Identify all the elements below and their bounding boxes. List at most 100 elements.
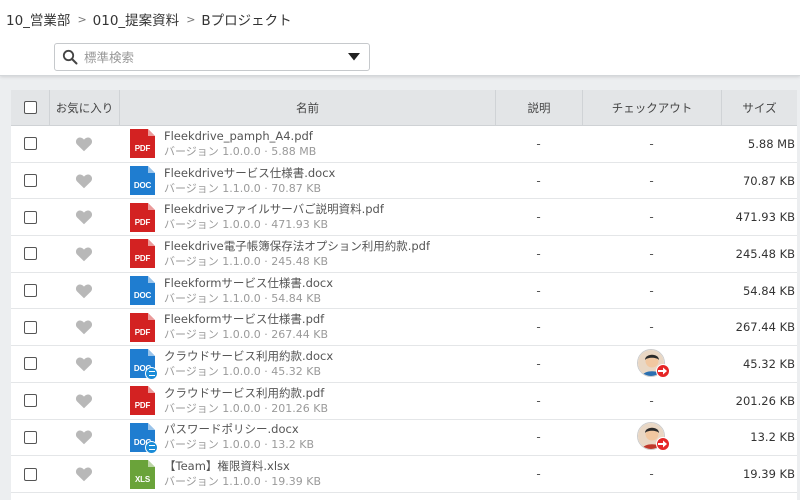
file-name-link[interactable]: クラウドサービス利用約款.pdf xyxy=(164,386,328,401)
header-description[interactable]: 説明 xyxy=(495,90,582,125)
checkout-user[interactable] xyxy=(636,422,670,452)
file-name-link[interactable]: クラウドサービス利用約款.docx xyxy=(164,349,333,364)
table-row[interactable]: XLS 【Team】権限資料.xlsx バージョン 1.1.0.0 · 19.3… xyxy=(11,456,797,493)
file-table: お気に入り 名前 説明 チェックアウト サイズ PDF Fleekdrive_p… xyxy=(11,90,797,500)
file-name-link[interactable]: Fleekdrive電子帳簿保存法オプション利用約款.pdf xyxy=(164,239,430,254)
file-version-meta: バージョン 1.0.0.0 · 267.44 KB xyxy=(164,328,328,342)
file-type-icon: PDF xyxy=(130,129,155,159)
table-row[interactable]: PDF Fleekdrive_pamph_A4.pdf バージョン 1.0.0.… xyxy=(11,126,797,163)
heart-icon[interactable] xyxy=(75,173,93,189)
row-checkbox[interactable] xyxy=(23,430,37,444)
header-checkout[interactable]: チェックアウト xyxy=(582,90,721,125)
file-type-label: XLS xyxy=(135,474,150,484)
row-checkbox[interactable] xyxy=(23,247,37,261)
breadcrumb-item-sales[interactable]: 10_営業部 xyxy=(6,9,70,29)
row-favorite-cell xyxy=(49,236,119,272)
file-name-link[interactable]: Fleekdriveファイルサーバご説明資料.pdf xyxy=(164,202,384,217)
table-row[interactable]: PDF Fleekdrive電子帳簿保存法オプション利用約款.pdf バージョン… xyxy=(11,236,797,273)
row-favorite-cell xyxy=(49,383,119,419)
row-checkbox[interactable] xyxy=(23,210,37,224)
heart-icon[interactable] xyxy=(75,136,93,152)
row-select-cell xyxy=(11,236,49,272)
file-name-link[interactable]: Fleekformサービス仕様書.pdf xyxy=(164,312,328,327)
row-checkout: - xyxy=(649,173,654,188)
checkout-user[interactable] xyxy=(636,348,670,379)
select-all-checkbox[interactable] xyxy=(23,101,37,114)
table-row[interactable]: DOC クラウドサービス利用約款.docx バージョン 1.0.0.0 · 45… xyxy=(11,346,797,383)
row-name-cell: DOC クラウドサービス利用約款.docx バージョン 1.0.0.0 · 45… xyxy=(119,346,495,382)
row-checkout: - xyxy=(649,320,654,335)
header-size[interactable]: サイズ xyxy=(721,90,797,125)
table-row[interactable]: PDF Fleekformサービス仕様書.pdf バージョン 1.0.0.0 ·… xyxy=(11,309,797,347)
row-checkbox[interactable] xyxy=(23,137,37,151)
row-name-cell: PDF Fleekdrive電子帳簿保存法オプション利用約款.pdf バージョン… xyxy=(119,236,495,272)
top-bar: 10_営業部 > 010_提案資料 > Bプロジェクト xyxy=(0,0,800,76)
file-type-label: PDF xyxy=(134,144,151,154)
heart-icon[interactable] xyxy=(75,429,93,445)
file-type-label: PDF xyxy=(134,217,151,227)
row-checkbox[interactable] xyxy=(23,320,37,334)
row-name-cell: DOC Fleekdriveサービス仕様書.docx バージョン 1.1.0.0… xyxy=(119,163,495,199)
table-row[interactable]: PDF Fleekdriveファイルサーバご説明資料.pdf バージョン 1.0… xyxy=(11,199,797,237)
file-name-link[interactable]: Fleekformサービス仕様書.docx xyxy=(164,276,333,291)
row-select-cell xyxy=(11,199,49,235)
heart-icon[interactable] xyxy=(75,319,93,335)
row-size: 471.93 KB xyxy=(735,210,795,225)
row-checkbox[interactable] xyxy=(23,467,37,481)
heart-icon[interactable] xyxy=(75,393,93,409)
heart-icon[interactable] xyxy=(75,283,93,299)
row-description: - xyxy=(536,173,541,188)
breadcrumb-item-current: Bプロジェクト xyxy=(201,13,292,29)
breadcrumb-item-proposals[interactable]: 010_提案資料 xyxy=(93,9,180,29)
table-row[interactable]: DOC パスワードポリシー.docx バージョン 1.0.0.0 · 13.2 … xyxy=(11,419,797,457)
row-name-cell: PDF Fleekdrive_pamph_A4.pdf バージョン 1.0.0.… xyxy=(119,126,495,162)
row-checkout: - xyxy=(649,393,654,408)
heart-icon[interactable] xyxy=(75,466,93,482)
row-description: - xyxy=(536,356,541,371)
row-checkbox[interactable] xyxy=(23,357,37,371)
row-name-cell: PDF Fleekformサービス仕様書.pdf バージョン 1.0.0.0 ·… xyxy=(119,309,495,345)
header-favorite[interactable]: お気に入り xyxy=(49,90,119,125)
row-checkout: - xyxy=(649,283,654,298)
table-row[interactable]: DOC Fleekdriveサービス仕様書.docx バージョン 1.1.0.0… xyxy=(11,162,797,200)
file-type-icon: PDF xyxy=(130,202,155,232)
row-checkout: - xyxy=(649,210,654,225)
row-checkbox[interactable] xyxy=(23,284,37,298)
table-row[interactable]: DOC Fleekformサービス仕様書.docx バージョン 1.1.0.0 … xyxy=(11,272,797,310)
file-version-meta: バージョン 1.1.0.0 · 54.84 KB xyxy=(164,291,321,305)
row-favorite-cell xyxy=(49,163,119,199)
row-size: 201.26 KB xyxy=(735,393,795,408)
heart-icon[interactable] xyxy=(75,209,93,225)
row-name-cell: PDF Fleekdriveファイルサーバご説明資料.pdf バージョン 1.0… xyxy=(119,199,495,235)
file-name-link[interactable]: Fleekdriveサービス仕様書.docx xyxy=(164,166,335,181)
row-favorite-cell xyxy=(49,309,119,345)
file-version-meta: バージョン 1.1.0.0 · 245.48 KB xyxy=(164,254,328,268)
row-checkbox[interactable] xyxy=(23,174,37,188)
file-type-icon: XLS xyxy=(130,459,155,489)
heart-icon[interactable] xyxy=(75,246,93,262)
table-row[interactable]: PDF クラウドサービス利用約款.pdf バージョン 1.0.0.0 · 201… xyxy=(11,382,797,420)
file-version-meta: バージョン 1.1.0.0 · 19.39 KB xyxy=(164,475,321,489)
file-type-icon: DOC xyxy=(130,166,155,196)
file-name-link[interactable]: パスワードポリシー.docx xyxy=(164,422,314,437)
row-name-cell: PDF クラウドサービス利用約款.pdf バージョン 1.0.0.0 · 201… xyxy=(119,383,495,419)
file-version-meta: バージョン 1.0.0.0 · 5.88 MB xyxy=(164,144,317,158)
header-name[interactable]: 名前 xyxy=(119,90,495,125)
file-type-icon: PDF xyxy=(130,239,155,269)
heart-icon[interactable] xyxy=(75,356,93,372)
row-select-cell xyxy=(11,456,49,492)
row-description: - xyxy=(536,246,541,261)
row-favorite-cell xyxy=(49,420,119,456)
file-name-link[interactable]: 【Team】権限資料.xlsx xyxy=(164,459,321,474)
checkout-arrow-icon xyxy=(655,363,670,378)
file-name-link[interactable]: Fleekdrive_pamph_A4.pdf xyxy=(164,129,316,144)
row-size: 54.84 KB xyxy=(742,283,795,298)
search-input[interactable] xyxy=(84,45,348,69)
file-type-label: PDF xyxy=(134,401,151,411)
caret-down-icon[interactable] xyxy=(348,53,360,61)
file-type-label: PDF xyxy=(134,254,151,264)
version-badge-icon xyxy=(145,440,158,454)
row-checkout xyxy=(582,346,721,382)
row-name-cell: DOC パスワードポリシー.docx バージョン 1.0.0.0 · 13.2 … xyxy=(119,420,495,456)
row-checkbox[interactable] xyxy=(23,394,37,408)
